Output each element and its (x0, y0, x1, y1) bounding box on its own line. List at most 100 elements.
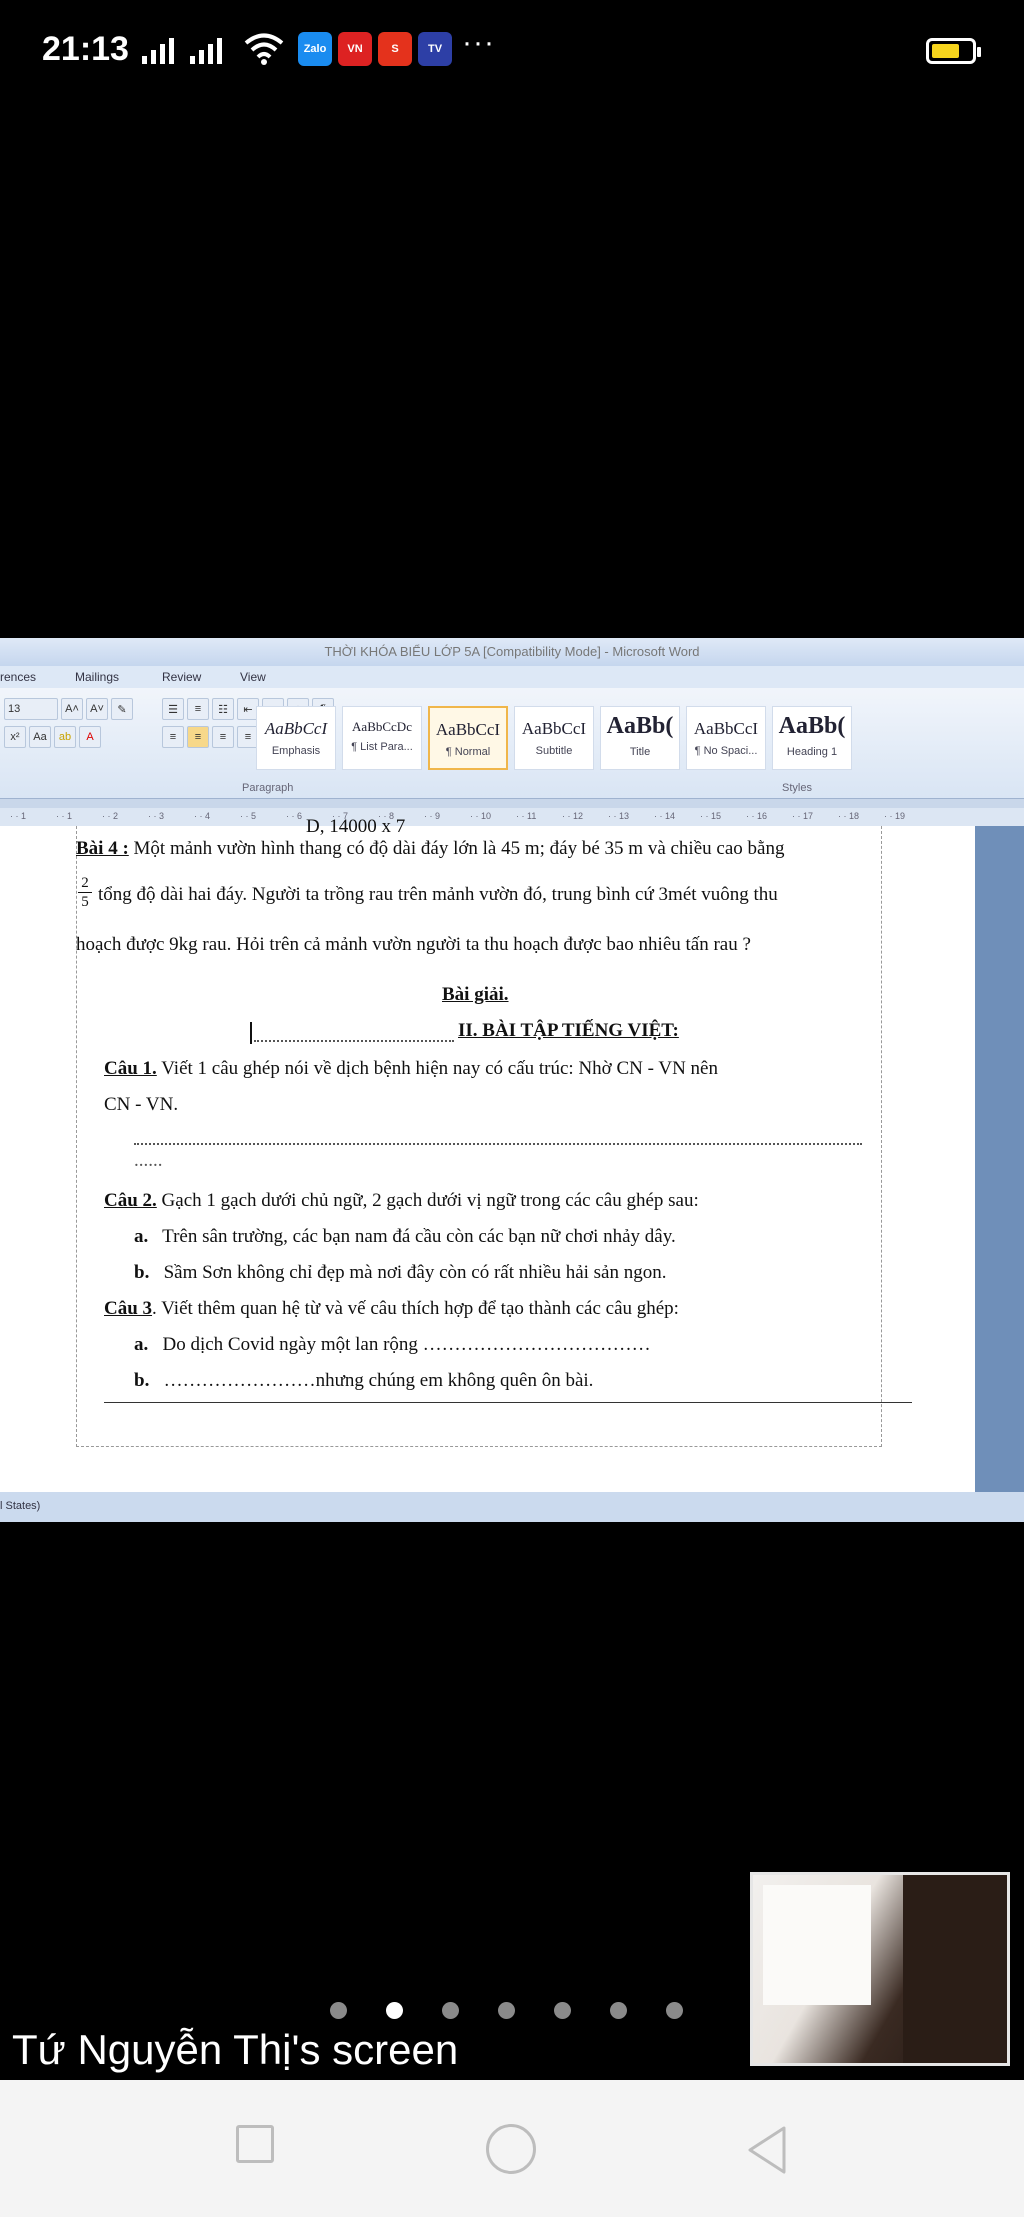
ruler-tick: · · 18 (838, 811, 860, 821)
ruler-tick: · · 14 (654, 811, 676, 821)
clear-format-button[interactable]: ✎ (111, 698, 133, 720)
ruler-tick: · · 15 (700, 811, 722, 821)
recents-button[interactable] (236, 2125, 274, 2163)
style-emphasis[interactable]: AaBbCcI Emphasis (256, 706, 336, 770)
tab-references[interactable]: rences (0, 670, 36, 684)
page-dot[interactable] (498, 2001, 515, 2019)
signal-icon (142, 34, 174, 64)
cau3-b-text: ……………………nhưng chúng em không quên ôn bài… (163, 1370, 594, 1391)
style-subtitle[interactable]: AaBbCcI Subtitle (514, 706, 594, 770)
shrink-font-button[interactable]: A˅ (86, 698, 108, 720)
style-name: Title (629, 746, 651, 758)
cau2-b-label: b. (134, 1262, 150, 1283)
style-name: Subtitle (535, 745, 573, 757)
cau1-label: Câu 1. (104, 1058, 157, 1079)
word-title: THỜI KHÓA BIỂU LỚP 5A [Compatibility Mod… (0, 638, 1024, 666)
page-dot[interactable] (610, 2001, 627, 2019)
page-indicator (330, 2000, 690, 2020)
cau1-text: Viết 1 câu ghép nói về dịch bệnh hiện na… (161, 1058, 718, 1079)
document-page[interactable]: D, 14000 x 7 Bài 4 : Một mảnh vườn hình … (0, 816, 975, 1492)
style-preview: AaBb( (606, 713, 674, 739)
vnexpress-app-icon: VN (338, 32, 372, 66)
self-video-thumbnail[interactable] (750, 1872, 1010, 2066)
cau3-label: Câu 3 (104, 1298, 153, 1319)
cau2-b-text: Sầm Sơn không chỉ đẹp mà nơi đây còn có … (163, 1262, 667, 1283)
style-preview: AaBbCcI (264, 719, 328, 738)
page-dot[interactable] (442, 2001, 459, 2019)
style-name: ¶ No Spaci... (694, 745, 758, 757)
ruler-tick: · · 1 (56, 811, 73, 821)
cau1-line: Câu 1. Viết 1 câu ghép nói về dịch bệnh … (104, 1058, 718, 1080)
bullets-button[interactable]: ☰ (162, 698, 184, 720)
grow-font-button[interactable]: A˄ (61, 698, 83, 720)
tab-view[interactable]: View (240, 670, 266, 684)
answer-dots: ...... (134, 1150, 163, 1171)
cau3-b-label: b. (134, 1370, 150, 1391)
change-case-button[interactable]: Aa (29, 726, 51, 748)
bai4-text1: Một mảnh vườn hình thang có độ dài đáy l… (133, 838, 785, 859)
clock: 21:13 (42, 30, 129, 68)
style-title[interactable]: AaBb( Title (600, 706, 680, 770)
numbering-button[interactable]: ≡ (187, 698, 209, 720)
section-heading: II. BÀI TẬP TIẾNG VIỆT: (458, 1020, 679, 1041)
ruler-tick: · · 3 (148, 811, 165, 821)
align-left-button[interactable]: ≡ (162, 726, 184, 748)
style-preview: AaBbCcI (435, 720, 501, 739)
style-normal[interactable]: AaBbCcI ¶ Normal (428, 706, 508, 770)
ruler-tick: · · 4 (194, 811, 211, 821)
page-dot[interactable] (386, 2001, 403, 2019)
tab-mailings[interactable]: Mailings (75, 670, 119, 684)
cau3-a: a. Do dịch Covid ngày một lan rộng ……………… (134, 1334, 651, 1356)
cau2-line: Câu 2. Gạch 1 gạch dưới chủ ngữ, 2 gạch … (104, 1190, 699, 1212)
wifi-icon (244, 33, 284, 65)
dotted-line (254, 1040, 454, 1042)
cut-line: D, 14000 x 7 (306, 816, 406, 837)
bai4-line3: hoạch được 9kg rau. Hỏi trên cả mảnh vườ… (76, 934, 751, 955)
font-size-box[interactable]: 13 (4, 698, 58, 720)
cau3-b: b. ……………………nhưng chúng em không quên ôn … (134, 1370, 593, 1392)
page-dot[interactable] (554, 2001, 571, 2019)
cau2-a-label: a. (134, 1226, 149, 1247)
ruler-tick: · · 10 (470, 811, 492, 821)
text-cursor (250, 1022, 252, 1044)
style-nospaci[interactable]: AaBbCcI ¶ No Spaci... (686, 706, 766, 770)
style-name: Emphasis (271, 745, 321, 757)
cau2-text: Gạch 1 gạch dưới chủ ngữ, 2 gạch dưới vị… (161, 1190, 699, 1211)
status-bar: 21:13 Zalo VN S TV ··· (0, 0, 1024, 100)
ruler-tick: · · 16 (746, 811, 768, 821)
word-menubar: rences Mailings Review View (0, 666, 1024, 688)
back-button[interactable] (744, 2124, 792, 2176)
superscript-button[interactable]: x² (4, 726, 26, 748)
style-preview: AaBbCcI (693, 719, 759, 738)
zalo-app-icon: Zalo (298, 32, 332, 66)
style-preview: AaBbCcDc (352, 719, 412, 734)
bai4-label: Bài 4 : (76, 838, 129, 859)
paragraph-group-label: Paragraph (242, 782, 294, 794)
cau2-label: Câu 2. (104, 1190, 157, 1211)
shared-screen: THỜI KHÓA BIỂU LỚP 5A [Compatibility Mod… (0, 638, 1024, 1522)
ruler[interactable]: · · 1 · · 1 · · 2 · · 3 · · 4 · · 5 · · 6 · · 7… (0, 808, 1024, 827)
home-button[interactable] (486, 2124, 536, 2174)
highlight-button[interactable]: ab (54, 726, 76, 748)
tab-review[interactable]: Review (162, 670, 201, 684)
battery-icon (926, 38, 981, 64)
style-name: ¶ List Para... (351, 741, 413, 753)
style-listpara[interactable]: AaBbCcDc ¶ List Para... (342, 706, 422, 770)
align-center-button[interactable]: ≡ (187, 726, 209, 748)
ruler-tick: · · 6 (286, 811, 303, 821)
cau3-a-label: a. (134, 1334, 149, 1355)
fraction: 2 5 (78, 874, 92, 911)
ruler-tick: · · 11 (516, 811, 537, 821)
style-heading[interactable]: AaBb(Heading 1 (772, 706, 852, 770)
fraction-numerator: 2 (81, 875, 89, 891)
page-dot[interactable] (330, 2001, 347, 2019)
page-dot[interactable] (666, 2001, 683, 2019)
word-statusbar: l States) (0, 1492, 1024, 1522)
ruler-tick: · · 9 (424, 811, 441, 821)
multilevel-button[interactable]: ☷ (212, 698, 234, 720)
cau2-a: a. Trên sân trường, các bạn nam đá cầu c… (134, 1226, 676, 1248)
font-color-button[interactable]: A (79, 726, 101, 748)
align-right-button[interactable]: ≡ (212, 726, 234, 748)
signal-icon-2 (190, 34, 222, 64)
shopee-app-icon: S (378, 32, 412, 66)
